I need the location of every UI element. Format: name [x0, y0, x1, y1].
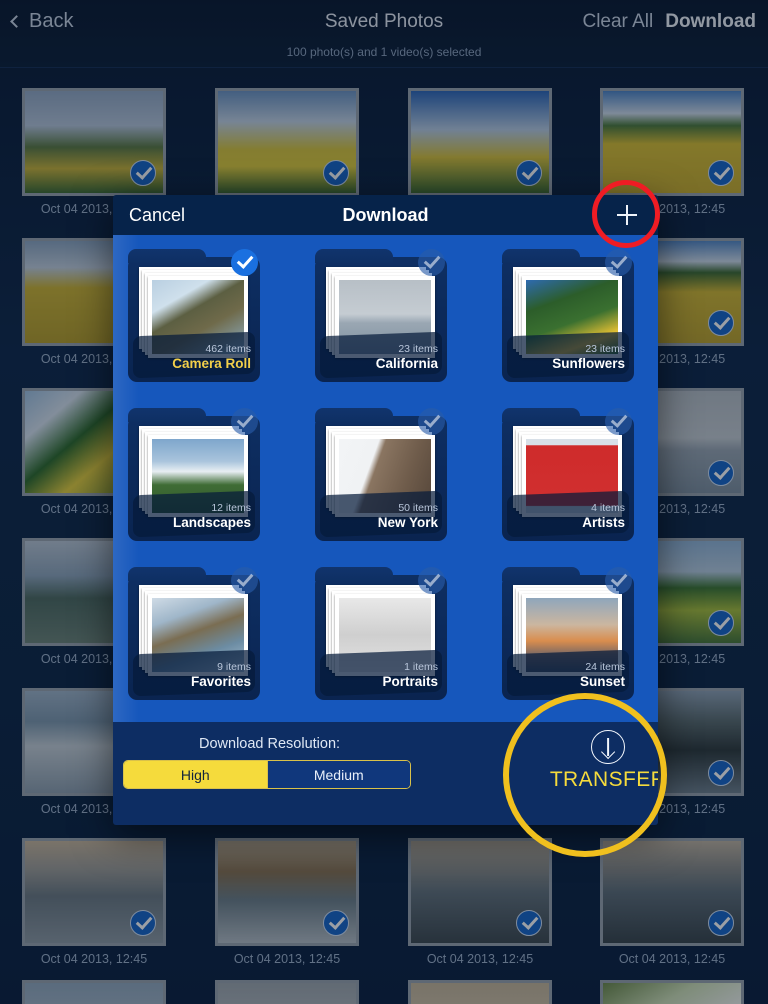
album-card-sunflowers[interactable]: 23 items Sunflowers: [502, 249, 634, 382]
album-card-new-york[interactable]: 50 items New York: [315, 408, 447, 541]
album-content: 50 items New York: [315, 416, 447, 541]
check-glyph: [610, 410, 628, 428]
screen: Back Saved Photos Clear All Download 100…: [0, 0, 768, 1004]
album-item-count: 23 items: [398, 343, 438, 356]
album-name: New York: [377, 515, 438, 531]
album-meta: 23 items Sunflowers: [552, 343, 625, 372]
album-checkmark-icon-selected[interactable]: [231, 249, 258, 276]
album-meta: 12 items Landscapes: [173, 502, 251, 531]
album-name: Camera Roll: [172, 356, 251, 372]
album-card-california[interactable]: 23 items California: [315, 249, 447, 382]
album-content: 462 items Camera Roll: [128, 257, 260, 382]
album-card-artists[interactable]: 4 items Artists: [502, 408, 634, 541]
album-item-count: 1 items: [404, 661, 438, 674]
album-card-landscapes[interactable]: 12 items Landscapes: [128, 408, 260, 541]
album-item-count: 23 items: [585, 343, 625, 356]
album-meta: 462 items Camera Roll: [172, 343, 251, 372]
transfer-button-label: TRANSFER: [549, 768, 658, 791]
check-glyph: [236, 569, 254, 587]
album-name: Sunset: [579, 674, 625, 690]
album-card-camera-roll[interactable]: 462 items Camera Roll: [128, 249, 260, 382]
album-item-count: 24 items: [585, 661, 625, 674]
album-meta: 4 items Artists: [582, 502, 625, 531]
album-content: 23 items California: [315, 257, 447, 382]
album-checkmark-icon[interactable]: [231, 567, 258, 594]
check-glyph: [423, 569, 441, 587]
album-item-count: 9 items: [217, 661, 251, 674]
check-glyph: [610, 251, 628, 269]
album-meta: 1 items Portraits: [382, 661, 438, 690]
resolution-option-medium[interactable]: Medium: [267, 761, 410, 788]
album-content: 12 items Landscapes: [128, 416, 260, 541]
album-content: 23 items Sunflowers: [502, 257, 634, 382]
album-checkmark-icon[interactable]: [605, 408, 632, 435]
album-name: Sunflowers: [552, 356, 625, 372]
resolution-segmented-control[interactable]: High Medium: [123, 760, 411, 789]
album-content: 24 items Sunset: [502, 575, 634, 700]
download-resolution-label: Download Resolution:: [199, 736, 341, 752]
album-content: 1 items Portraits: [315, 575, 447, 700]
download-arrow-icon: [591, 730, 625, 764]
arrow-down-glyph: [607, 738, 609, 756]
album-checkmark-icon[interactable]: [605, 249, 632, 276]
album-content: 9 items Favorites: [128, 575, 260, 700]
check-glyph: [423, 410, 441, 428]
dialog-title: Download: [342, 204, 429, 225]
album-checkmark-icon[interactable]: [418, 249, 445, 276]
album-content: 4 items Artists: [502, 416, 634, 541]
album-card-favorites[interactable]: 9 items Favorites: [128, 567, 260, 700]
download-albums-dialog: Cancel Download 462 items Camera Roll 23 i…: [113, 195, 658, 825]
check-glyph: [236, 410, 254, 428]
album-meta: 9 items Favorites: [191, 661, 251, 690]
plus-icon[interactable]: [614, 202, 640, 228]
album-item-count: 4 items: [591, 502, 625, 515]
check-glyph: [610, 569, 628, 587]
album-name: Favorites: [190, 674, 251, 690]
album-list-panel: 462 items Camera Roll 23 items California 23…: [113, 235, 658, 722]
album-grid[interactable]: 462 items Camera Roll 23 items California 23…: [113, 249, 658, 700]
check-glyph: [236, 251, 254, 269]
album-card-portraits[interactable]: 1 items Portraits: [315, 567, 447, 700]
album-item-count: 12 items: [211, 502, 251, 515]
album-meta: 50 items New York: [378, 502, 438, 531]
dialog-header: Cancel Download: [113, 195, 658, 235]
transfer-button[interactable]: TRANSFER: [518, 730, 658, 792]
album-checkmark-icon[interactable]: [418, 567, 445, 594]
check-glyph: [423, 251, 441, 269]
album-checkmark-icon[interactable]: [418, 408, 445, 435]
album-name: California: [375, 356, 438, 372]
album-card-sunset[interactable]: 24 items Sunset: [502, 567, 634, 700]
resolution-option-high[interactable]: High: [124, 761, 267, 788]
album-checkmark-icon[interactable]: [231, 408, 258, 435]
album-name: Landscapes: [172, 515, 251, 531]
dialog-footer: Download Resolution: High Medium TRANSFE…: [113, 722, 658, 825]
album-name: Artists: [582, 515, 625, 531]
album-meta: 23 items California: [376, 343, 438, 372]
album-meta: 24 items Sunset: [580, 661, 625, 690]
album-item-count: 50 items: [398, 502, 438, 515]
album-item-count: 462 items: [205, 343, 251, 356]
album-checkmark-icon[interactable]: [605, 567, 632, 594]
album-name: Portraits: [382, 674, 438, 690]
